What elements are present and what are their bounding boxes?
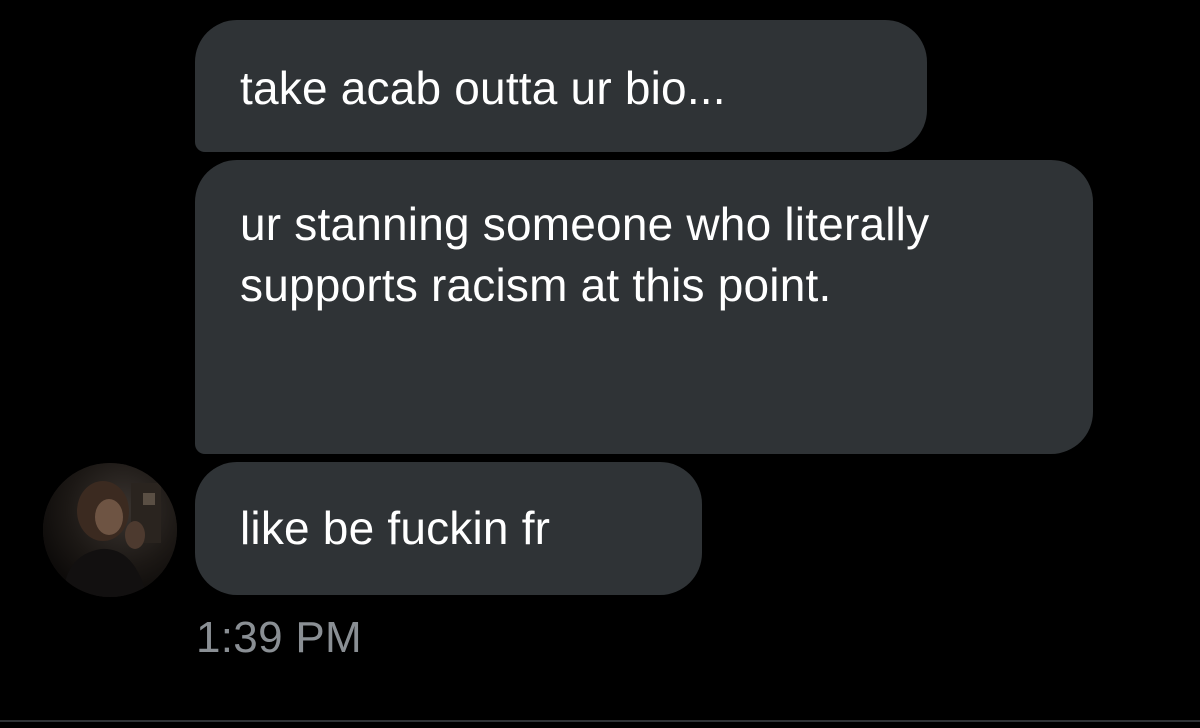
user-avatar-photo-icon <box>43 463 177 597</box>
message-timestamp: 1:39 PM <box>196 613 362 662</box>
message-text: like be fuckin fr <box>240 502 551 554</box>
divider <box>0 720 1200 722</box>
message-text: ur stanning someone who literally suppor… <box>240 198 930 311</box>
message-bubble[interactable]: take acab outta ur bio... <box>195 20 927 152</box>
dm-conversation: take acab outta ur bio... ur stanning so… <box>0 0 1200 728</box>
message-bubble[interactable]: like be fuckin fr <box>195 462 702 595</box>
message-text: take acab outta ur bio... <box>240 62 726 114</box>
avatar[interactable] <box>43 463 177 597</box>
message-bubble[interactable]: ur stanning someone who literally suppor… <box>195 160 1093 454</box>
